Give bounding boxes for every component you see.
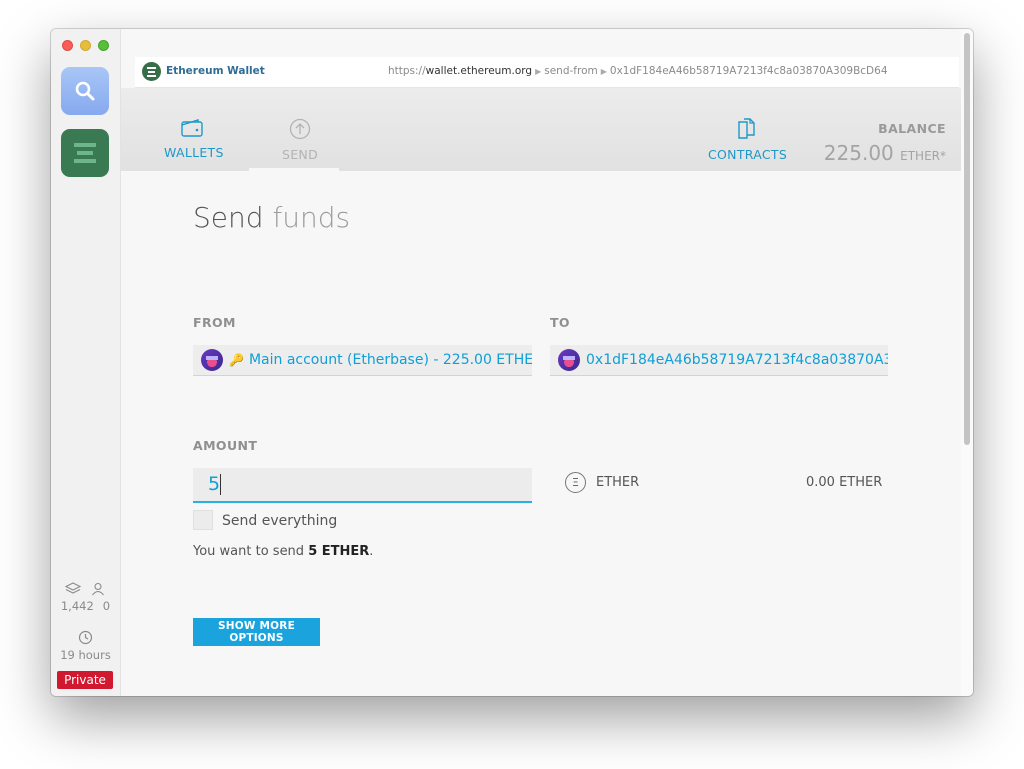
to-address-input[interactable]: 0x1dF184eA46b58719A7213f4c8a03870A309BcD… <box>550 345 888 376</box>
contracts-icon <box>738 118 755 139</box>
summary-suffix: . <box>369 544 374 559</box>
to-address-value: 0x1dF184eA46b58719A7213f4c8a03870A309BcD… <box>586 352 888 368</box>
from-account-value: Main account (Etherbase) - 225.00 ETHER <box>248 352 532 368</box>
block-count: 1,442 <box>60 599 94 613</box>
summary-amount: 5 ETHER <box>308 544 370 559</box>
zoom-window-button[interactable] <box>98 40 109 51</box>
url-path: https://wallet.ethereum.org ▶ send-from ▶ 0x… <box>388 65 888 77</box>
currency-label: ETHER <box>596 475 640 490</box>
nav-contracts[interactable]: CONTRACTS <box>708 118 788 162</box>
converted-amount: 0.00 ETHER <box>806 475 883 490</box>
close-window-button[interactable] <box>62 40 73 51</box>
nav-wallets-label: WALLETS <box>164 145 224 160</box>
send-arrow-icon <box>289 118 311 140</box>
nav-contracts-label: CONTRACTS <box>708 147 788 162</box>
nav-send-label: SEND <box>281 147 318 162</box>
blocks-icon <box>65 582 81 594</box>
send-everything-label[interactable]: Send everything <box>222 513 337 529</box>
amount-value: 5 <box>208 473 221 495</box>
url-segment-address: 0x1dF184eA46b58719A7213f4c8a03870A309BcD… <box>609 65 888 77</box>
to-label: TO <box>550 315 570 330</box>
scrollbar-thumb[interactable] <box>964 33 970 445</box>
from-identicon <box>201 349 223 371</box>
nav-send[interactable]: SEND <box>274 118 326 162</box>
breadcrumb-separator-icon: ▶ <box>535 67 542 76</box>
url-bar[interactable]: Ethereum Wallet https://wallet.ethereum.… <box>135 57 959 88</box>
wallet-icon <box>181 119 203 137</box>
clock-icon <box>78 630 93 645</box>
main-content: Ethereum Wallet https://wallet.ethereum.… <box>121 29 973 696</box>
page-title-light: funds <box>272 201 351 234</box>
amount-label: AMOUNT <box>193 438 258 453</box>
peer-count: 0 <box>102 599 111 613</box>
balance-display: BALANCE 225.00 ETHER* <box>824 121 946 165</box>
ethereum-wallet-logo <box>142 62 161 81</box>
page-title: Send funds <box>193 201 350 234</box>
last-block-label: 19 hours <box>60 648 111 662</box>
text-caret <box>220 474 221 495</box>
nav-wallets[interactable]: WALLETS <box>164 118 224 160</box>
network-stats: 1,442 0 <box>51 582 120 613</box>
top-nav: WALLETS SEND CONTRACTS BALANCE 225.00 ET… <box>121 88 961 171</box>
url-segment-send-from: send-from <box>544 65 598 77</box>
currency-selector[interactable]: Ξ ETHER <box>565 472 639 493</box>
wallet-app-icon <box>74 143 96 163</box>
page-title-strong: Send <box>193 201 264 234</box>
last-block-time: 19 hours <box>51 630 120 662</box>
minimize-window-button[interactable] <box>80 40 91 51</box>
to-identicon <box>558 349 580 371</box>
sidebar: 1,442 0 19 hours Private <box>51 29 121 696</box>
from-account-select[interactable]: 🔑 Main account (Etherbase) - 225.00 ETHE… <box>193 345 532 376</box>
search-app-button[interactable] <box>61 67 109 115</box>
amount-input[interactable]: 5 <box>193 468 532 503</box>
wallet-app-button[interactable] <box>61 129 109 177</box>
from-label: FROM <box>193 315 236 330</box>
url-protocol: https:// <box>388 65 426 77</box>
send-summary: You want to send 5 ETHER. <box>193 544 373 559</box>
scrollbar[interactable] <box>961 29 973 696</box>
balance-unit: ETHER* <box>900 149 946 163</box>
url-host: wallet.ethereum.org <box>425 65 533 77</box>
show-more-options-button[interactable]: SHOW MORE OPTIONS <box>193 618 320 646</box>
ether-currency-icon: Ξ <box>565 472 586 493</box>
send-everything-checkbox[interactable] <box>193 510 213 530</box>
balance-amount: 225.00 ETHER* <box>824 141 946 165</box>
breadcrumb-separator-icon: ▶ <box>600 67 607 76</box>
balance-label: BALANCE <box>878 121 946 136</box>
network-badge: Private <box>57 671 113 689</box>
summary-prefix: You want to send <box>193 544 305 559</box>
search-icon <box>75 81 95 101</box>
app-name: Ethereum Wallet <box>166 65 265 77</box>
peers-icon <box>92 582 104 596</box>
key-icon: 🔑 <box>229 353 244 367</box>
app-window: 1,442 0 19 hours Private Ethereum Wallet… <box>51 29 973 696</box>
balance-value: 225.00 <box>823 141 894 165</box>
send-tab-indicator <box>249 168 339 171</box>
